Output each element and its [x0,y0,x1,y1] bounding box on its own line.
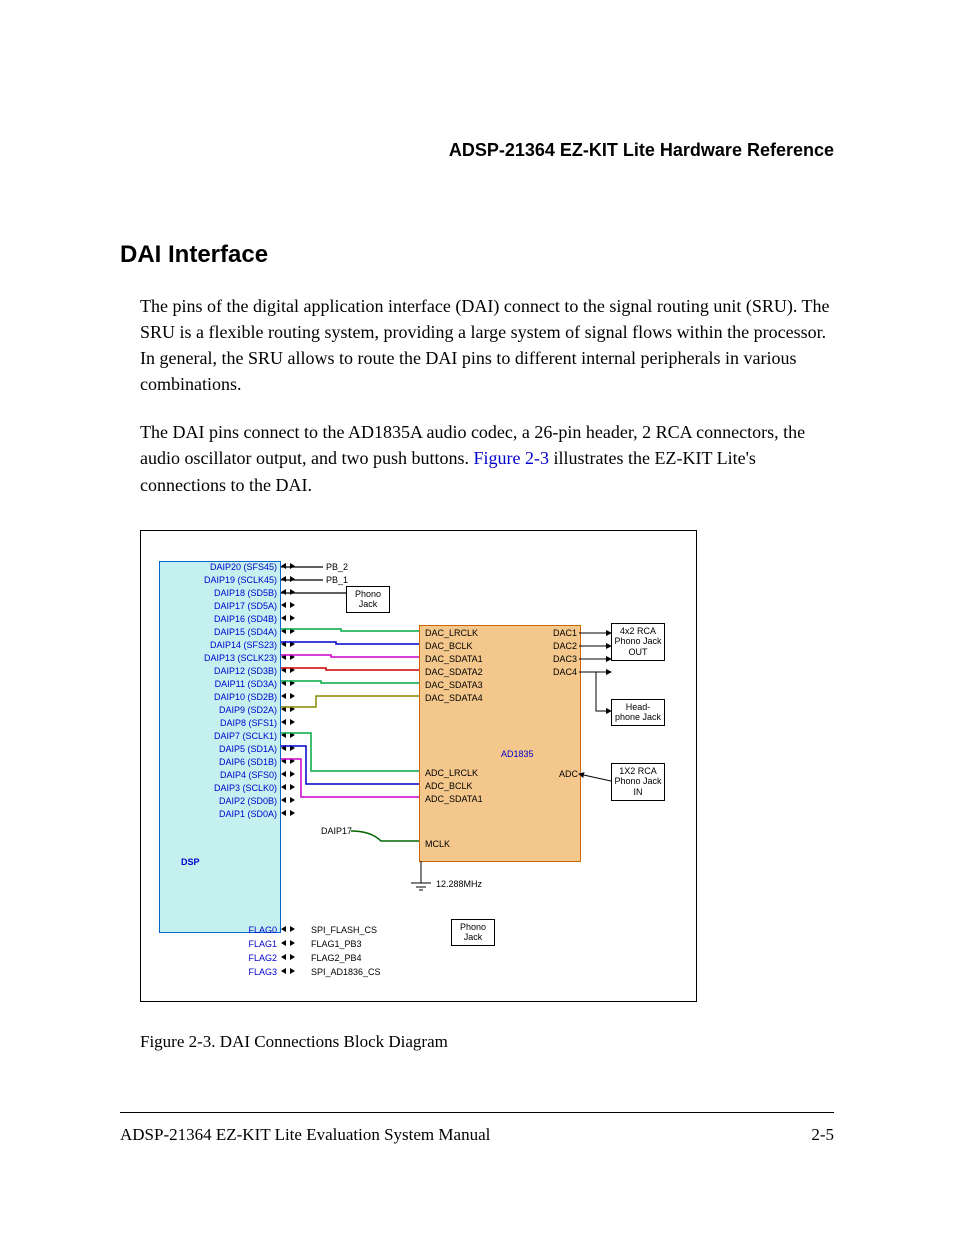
phono-jack-bottom: Phono Jack [451,919,495,947]
dsp-pin-18: DAIP2 (SD0B) [219,796,277,806]
dsp-label: DSP [181,857,200,867]
pb2-label: PB_2 [326,562,348,572]
section-title: DAI Interface [120,241,834,269]
dsp-pin-15: DAIP6 (SD1B) [219,757,277,767]
dsp-pin-2: DAIP18 (SD5B) [214,588,277,598]
ad1835-label: AD1835 [501,749,534,759]
dsp-pin-6: DAIP14 (SFS23) [210,640,277,650]
daip17-note: DAIP17 [321,826,352,836]
bidir-arrow-icon [281,615,295,623]
flag1-sig: FLAG1_PB3 [311,939,362,949]
dac-signal-2: DAC_SDATA1 [425,654,483,664]
dsp-pin-7: DAIP13 (SCLK23) [204,653,277,663]
dsp-pin-16: DAIP4 (SFS0) [220,770,277,780]
flag-pin-0: FLAG0 [248,925,277,935]
mclk-label: MCLK [425,839,450,849]
page-footer: ADSP-21364 EZ-KIT Lite Evaluation System… [120,1112,834,1145]
dsp-pin-1: DAIP19 (SCLK45) [204,575,277,585]
bidir-arrow-icon [281,719,295,727]
bidir-arrow-icon [281,654,295,662]
adc-signal-0: ADC_LRCLK [425,768,478,778]
dac-signal-1: DAC_BCLK [425,641,473,651]
figure-caption: Figure 2-3. DAI Connections Block Diagra… [140,1032,834,1052]
headphone-box: Head- phone Jack [611,699,665,727]
bidir-arrow-icon [281,954,295,962]
bidir-arrow-icon [281,641,295,649]
bidir-arrow-icon [281,706,295,714]
bidir-arrow-icon [281,680,295,688]
flag3-sig: SPI_AD1836_CS [311,967,381,977]
footer-left: ADSP-21364 EZ-KIT Lite Evaluation System… [120,1125,490,1145]
adc-signal-1: ADC_BCLK [425,781,473,791]
dsp-pin-10: DAIP10 (SD2B) [214,692,277,702]
rca-out-box: 4x2 RCA Phono Jack OUT [611,623,665,661]
dsp-pin-5: DAIP15 (SD4A) [214,627,277,637]
bidir-arrow-icon [281,758,295,766]
figure-link[interactable]: Figure 2-3 [473,448,549,468]
bidir-arrow-icon [281,940,295,948]
dac-signal-0: DAC_LRCLK [425,628,478,638]
bidir-arrow-icon [281,576,295,584]
dac-signal-3: DAC_SDATA2 [425,667,483,677]
pb1-label: PB_1 [326,575,348,585]
dsp-pin-19: DAIP1 (SD0A) [219,809,277,819]
dsp-pin-8: DAIP12 (SD3B) [214,666,277,676]
dac-signal-5: DAC_SDATA4 [425,693,483,703]
bidir-arrow-icon [281,797,295,805]
dsp-pin-3: DAIP17 (SD5A) [214,601,277,611]
bidir-arrow-icon [281,771,295,779]
dsp-pin-13: DAIP7 (SCLK1) [214,731,277,741]
dac-out-1: DAC2 [553,641,577,651]
figure-diagram: DAIP20 (SFS45) DAIP19 (SCLK45) DAIP18 (SD5… [140,530,697,1002]
dsp-pin-4: DAIP16 (SD4B) [214,614,277,624]
bidir-arrow-icon [281,968,295,976]
bidir-arrow-icon [281,784,295,792]
dsp-pin-12: DAIP8 (SFS1) [220,718,277,728]
dac-out-3: DAC4 [553,667,577,677]
flag2-sig: FLAG2_PB4 [311,953,362,963]
bidir-arrow-icon [281,667,295,675]
bidir-arrow-icon [281,563,295,571]
dsp-pin-0: DAIP20 (SFS45) [210,562,277,572]
bidir-arrow-icon [281,628,295,636]
bidir-arrow-icon [281,732,295,740]
dsp-pin-11: DAIP9 (SD2A) [219,705,277,715]
bidir-arrow-icon [281,589,295,597]
bidir-arrow-icon [281,926,295,934]
flag-pin-3: FLAG3 [248,967,277,977]
bidir-arrow-icon [281,745,295,753]
paragraph-2: The DAI pins connect to the AD1835A audi… [140,419,834,497]
flag-pin-1: FLAG1 [248,939,277,949]
adc-signal-2: ADC_SDATA1 [425,794,483,804]
rca-in-box: 1X2 RCA Phono Jack IN [611,763,665,801]
page-header: ADSP-21364 EZ-KIT Lite Hardware Referenc… [120,140,834,161]
phono-jack-top: Phono Jack [346,586,390,614]
paragraph-1: The pins of the digital application inte… [140,293,834,397]
footer-right: 2-5 [811,1125,834,1145]
dsp-pin-14: DAIP5 (SD1A) [219,744,277,754]
dac-out-2: DAC3 [553,654,577,664]
adc-label: ADC [559,769,578,779]
dac-signal-4: DAC_SDATA3 [425,680,483,690]
bidir-arrow-icon [281,602,295,610]
bidir-arrow-icon [281,693,295,701]
flag-pin-2: FLAG2 [248,953,277,963]
dac-out-0: DAC1 [553,628,577,638]
flag0-sig: SPI_FLASH_CS [311,925,377,935]
dsp-pin-9: DAIP11 (SD3A) [215,679,277,689]
dsp-pin-17: DAIP3 (SCLK0) [214,783,277,793]
clock-label: 12.288MHz [436,879,482,889]
bidir-arrow-icon [281,810,295,818]
